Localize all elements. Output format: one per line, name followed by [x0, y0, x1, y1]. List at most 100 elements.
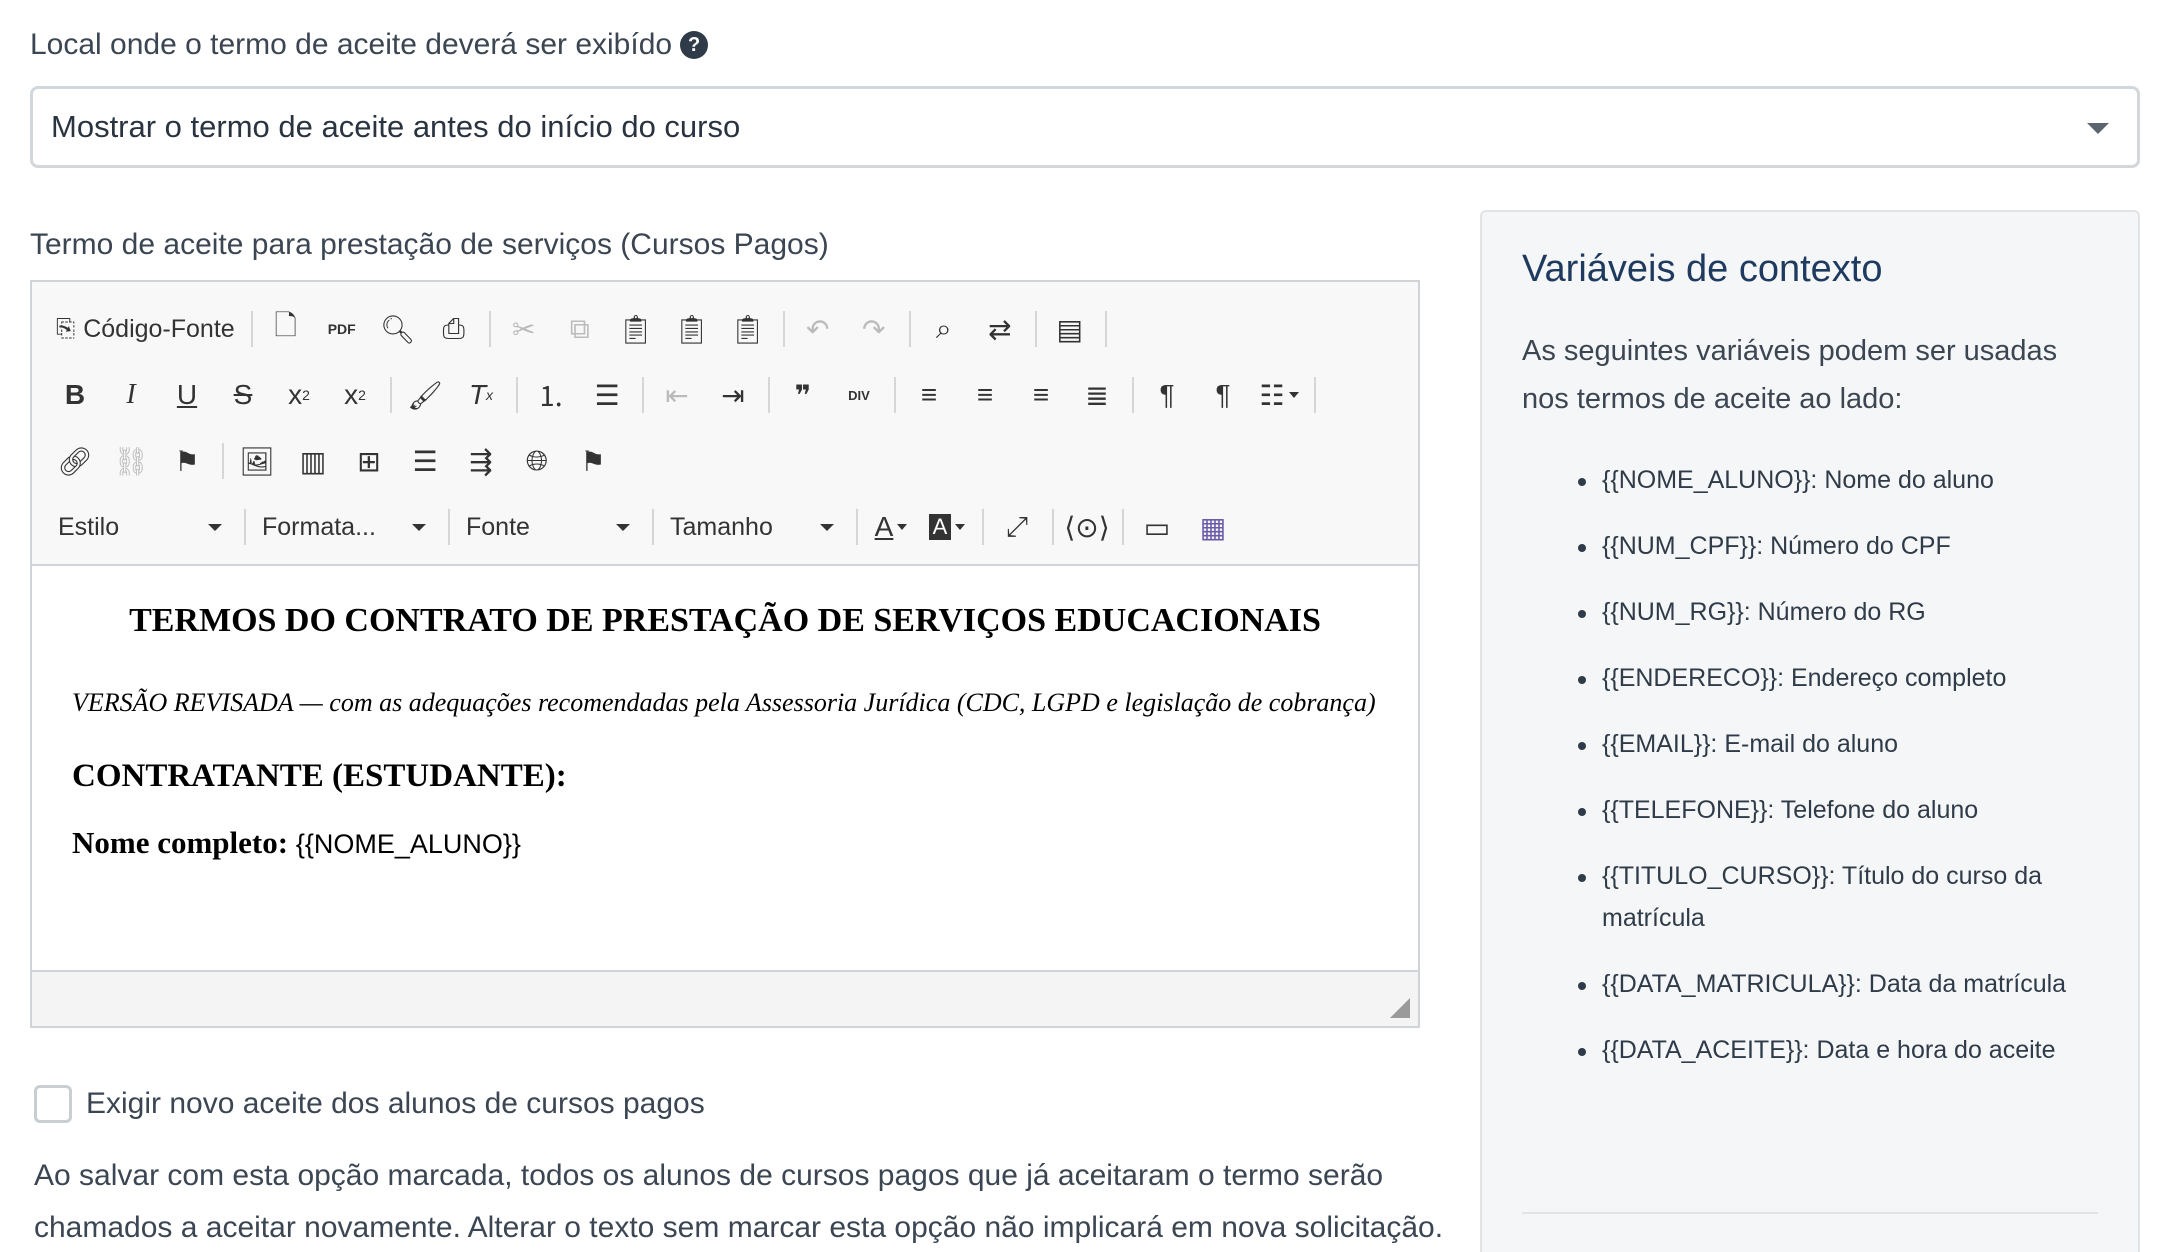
copy-icon[interactable]: ⧉	[553, 302, 607, 356]
horizontal-line-icon[interactable]: ☰	[398, 434, 452, 488]
toolbar-divider	[1104, 311, 1107, 347]
chart-icon[interactable]: ▥	[286, 434, 340, 488]
toolbar-divider	[222, 443, 224, 479]
location-label: Local onde o termo de aceite deverá ser …	[30, 28, 709, 62]
anchor-icon[interactable]: ⚑	[160, 434, 214, 488]
editor-statusbar	[32, 970, 1418, 1026]
document-section-heading: CONTRATANTE (ESTUDANTE):	[72, 758, 567, 794]
help-icon[interactable]: ?	[680, 31, 709, 59]
align-center-icon[interactable]: ≡	[958, 368, 1012, 422]
text-color-icon[interactable]: A	[864, 500, 918, 554]
chevron-down-icon	[208, 523, 222, 531]
show-blocks-icon[interactable]: ⟨⊙⟩	[1060, 500, 1114, 554]
reaccept-option[interactable]: Exigir novo aceite dos alunos de cursos …	[34, 1085, 705, 1123]
toolbar-divider	[856, 509, 858, 545]
chevron-down-icon	[955, 524, 966, 530]
redo-icon[interactable]: ↷	[847, 302, 901, 356]
style-dropdown-label: Estilo	[58, 512, 120, 541]
toolbar-row-4: Estilo Formata... Fonte Tamanho A A ⤢ ⟨⊙…	[48, 494, 1402, 560]
link-icon[interactable]: 🔗︎	[48, 434, 102, 488]
format-dropdown[interactable]: Formata...	[252, 500, 436, 554]
page: Local onde o termo de aceite deverá ser …	[0, 0, 2168, 1252]
find-icon[interactable]: ⌕	[917, 302, 971, 356]
input-field-icon[interactable]: ▭	[1130, 500, 1184, 554]
chevron-down-icon	[1288, 392, 1299, 398]
toolbar-divider	[1122, 509, 1124, 545]
list-item: {{EMAIL}}: E-mail do aluno	[1578, 709, 2098, 775]
source-button[interactable]: ⎘ Código-Fonte	[48, 302, 243, 356]
grid-icon[interactable]: ▦	[1186, 500, 1240, 554]
location-select[interactable]: Mostrar o termo de aceite antes do iníci…	[30, 86, 2140, 168]
context-panel-title: Variáveis de contexto	[1522, 248, 1883, 290]
paste-text-icon[interactable]: 📋︎	[665, 302, 719, 356]
style-dropdown[interactable]: Estilo	[48, 500, 232, 554]
strikethrough-icon[interactable]: S	[216, 368, 270, 422]
toolbar-divider	[652, 509, 654, 545]
name-variable: {{NOME_ALUNO}}	[295, 829, 521, 859]
align-justify-icon[interactable]: ≣	[1070, 368, 1124, 422]
document-name-line: Nome completo: {{NOME_ALUNO}}	[72, 825, 1378, 861]
replace-icon[interactable]: ⇄	[973, 302, 1027, 356]
paste-word-icon[interactable]: 📋︎	[721, 302, 775, 356]
font-dropdown[interactable]: Fonte	[456, 500, 640, 554]
italic-icon[interactable]: I	[104, 368, 158, 422]
templates-icon[interactable]: ▤	[1043, 302, 1097, 356]
copy-format-icon[interactable]: 🖌︎	[398, 368, 452, 422]
remove-format-icon[interactable]: Tx	[454, 368, 508, 422]
size-dropdown-label: Tamanho	[670, 512, 773, 541]
background-color-icon[interactable]: A	[920, 500, 974, 554]
unlink-icon[interactable]: ⛓	[104, 434, 158, 488]
resize-handle-icon[interactable]	[1390, 998, 1410, 1018]
context-variable-list: {{NOME_ALUNO}}: Nome do aluno {{NUM_CPF}…	[1522, 445, 2098, 1081]
toolbar-row-2: B I U S x2 x2 🖌︎ Tx ⒈ ☰ ⇤ ⇥ ❞ DIV ≡ ≡ ≡ …	[48, 362, 1402, 428]
document-version-note: VERSÃO REVISADA — com as adequações reco…	[72, 688, 1376, 717]
location-label-text: Local onde o termo de aceite deverá ser …	[30, 28, 673, 61]
toolbar-divider	[782, 311, 785, 347]
div-container-icon[interactable]: DIV	[832, 368, 886, 422]
toolbar-divider	[1052, 509, 1054, 545]
toolbar-divider	[1314, 377, 1316, 413]
image-icon[interactable]: 🖼︎	[230, 434, 284, 488]
superscript-icon[interactable]: x2	[328, 368, 382, 422]
reaccept-help-text: Ao salvar com esta opção marcada, todos …	[34, 1159, 1444, 1244]
outdent-icon[interactable]: ⇤	[650, 368, 704, 422]
flag-icon[interactable]: ⚑	[566, 434, 620, 488]
name-label: Nome completo:	[72, 825, 289, 860]
page-break-icon[interactable]: ⇶	[454, 434, 508, 488]
align-right-icon[interactable]: ≡	[1014, 368, 1068, 422]
preview-icon[interactable]: 🔍︎	[371, 302, 425, 356]
table-icon[interactable]: ⊞	[342, 434, 396, 488]
blockquote-icon[interactable]: ❞	[776, 368, 830, 422]
toolbar-divider	[250, 311, 253, 347]
context-panel-description: As seguintes variáveis podem ser usadas …	[1522, 335, 2058, 415]
subscript-icon[interactable]: x2	[272, 368, 326, 422]
paste-icon[interactable]: 📋︎	[609, 302, 663, 356]
maximize-icon[interactable]: ⤢	[990, 500, 1044, 554]
print-icon[interactable]: ⎙	[427, 302, 481, 356]
source-button-label: Código-Fonte	[83, 314, 235, 343]
text-direction-ltr-icon[interactable]: ¶	[1140, 368, 1194, 422]
list-item: {{NOME_ALUNO}}: Nome do aluno	[1578, 445, 2098, 511]
align-left-icon[interactable]: ≡	[902, 368, 956, 422]
reaccept-checkbox[interactable]	[34, 1085, 72, 1123]
editor-label: Termo de aceite para prestação de serviç…	[30, 228, 829, 261]
cut-icon[interactable]: ✂	[497, 302, 551, 356]
iframe-icon[interactable]: 🌐︎	[510, 434, 564, 488]
new-page-icon[interactable]: 🗋	[259, 302, 313, 356]
source-icon: ⎘	[56, 315, 76, 342]
context-variables-panel: Variáveis de contexto As seguintes variá…	[1480, 210, 2140, 1252]
indent-icon[interactable]: ⇥	[706, 368, 760, 422]
toolbar-divider	[244, 509, 246, 545]
underline-icon[interactable]: U	[160, 368, 214, 422]
text-direction-rtl-icon[interactable]: ¶	[1196, 368, 1250, 422]
numbered-list-icon[interactable]: ⒈	[524, 368, 578, 422]
toolbar-divider	[768, 377, 770, 413]
bold-icon[interactable]: B	[48, 368, 102, 422]
bulleted-list-icon[interactable]: ☰	[580, 368, 634, 422]
editor-content[interactable]: TERMOS DO CONTRATO DE PRESTAÇÃO DE SERVI…	[32, 566, 1418, 970]
undo-icon[interactable]: ↶	[791, 302, 845, 356]
language-icon[interactable]: ☷	[1252, 368, 1306, 422]
toolbar-divider	[1132, 377, 1134, 413]
export-pdf-icon[interactable]: PDF	[315, 302, 369, 356]
size-dropdown[interactable]: Tamanho	[660, 500, 844, 554]
